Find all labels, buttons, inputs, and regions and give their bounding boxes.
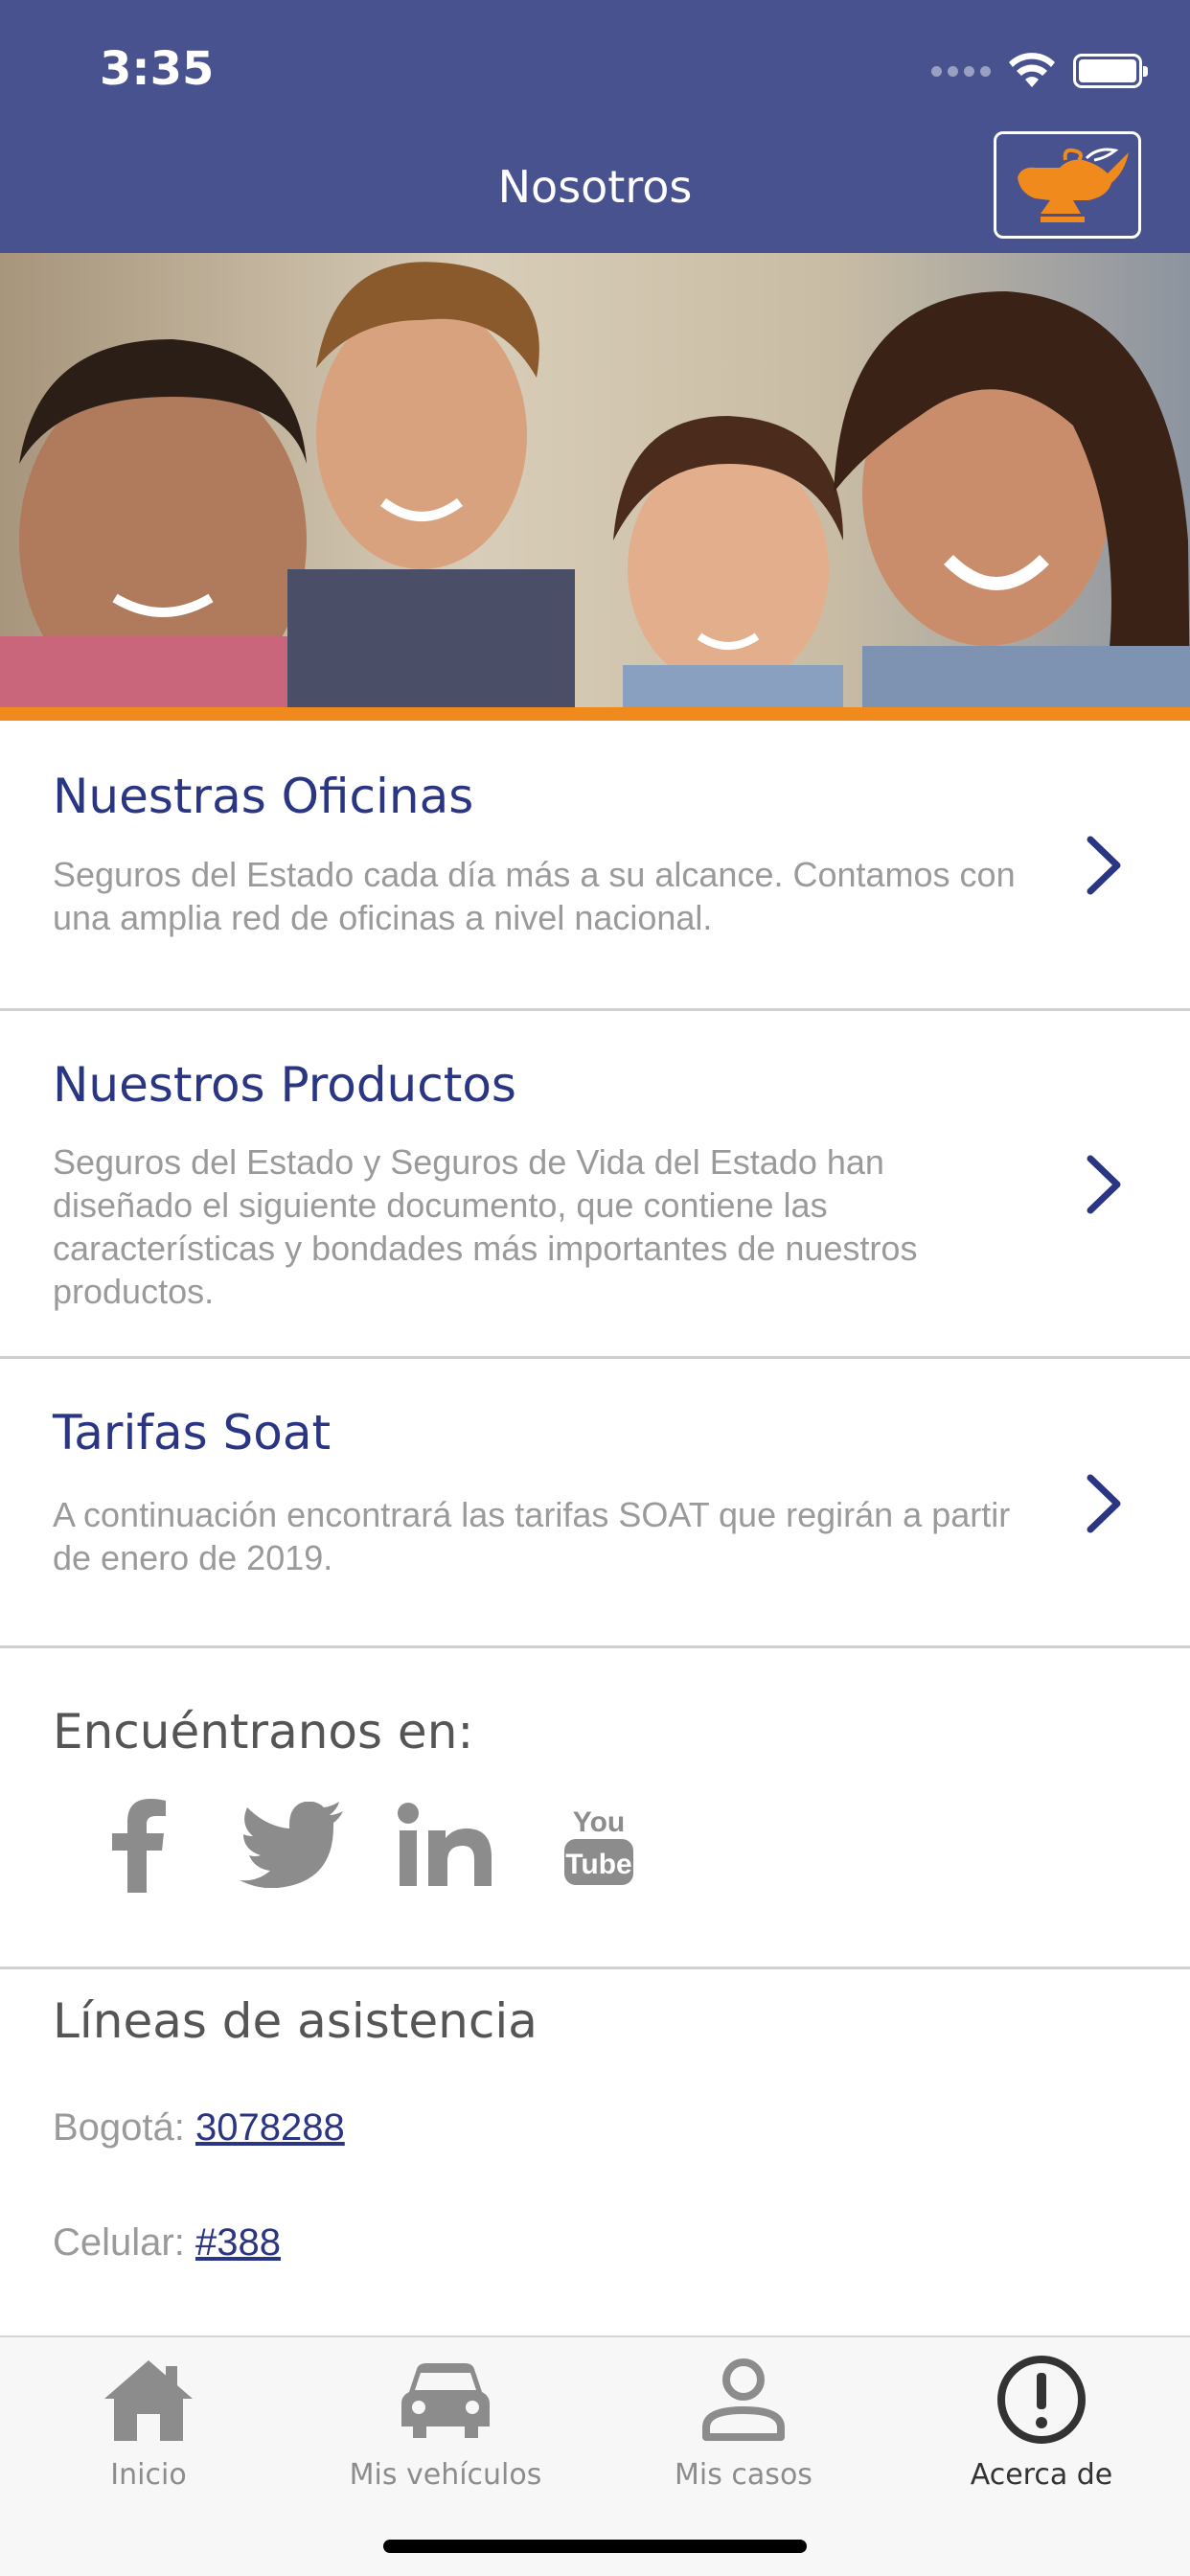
magic-lamp-icon — [1018, 148, 1129, 222]
tab-label: Acerca de — [970, 2458, 1113, 2492]
menu-item-description: A continuación encontrará las tarifas SO… — [53, 1495, 1011, 1577]
menu-item-products[interactable]: Nuestros Productos Seguros del Estado y … — [0, 1011, 1190, 1359]
car-icon — [393, 2347, 498, 2452]
chevron-right-icon — [1087, 836, 1121, 895]
svg-text:Tube: Tube — [565, 1849, 631, 1880]
tab-mis-casos[interactable]: Mis casos — [595, 2347, 892, 2510]
chevron-right-icon — [1087, 1155, 1121, 1214]
assistance-line-mobile: Celular: #388 — [53, 2221, 281, 2265]
status-time: 3:35 — [100, 42, 215, 96]
logo-button[interactable] — [994, 131, 1141, 239]
phone-label: Celular: — [53, 2221, 185, 2264]
twitter-icon[interactable] — [240, 1792, 345, 1898]
home-indicator[interactable] — [383, 2540, 807, 2553]
signal-icon — [931, 65, 991, 77]
tab-label: Mis casos — [675, 2458, 812, 2492]
wifi-icon — [1009, 53, 1055, 87]
menu-item-description: Seguros del Estado y Seguros de Vida del… — [53, 1142, 918, 1311]
tab-label: Mis vehículos — [349, 2458, 542, 2492]
home-icon — [96, 2347, 201, 2452]
svg-text:You: You — [573, 1806, 625, 1838]
info-icon — [989, 2347, 1094, 2452]
person-icon — [691, 2347, 796, 2452]
menu-item-title: Nuestros Productos — [53, 1057, 516, 1113]
accent-bar — [0, 707, 1190, 721]
tab-inicio[interactable]: Inicio — [0, 2347, 297, 2510]
phone-link[interactable]: 3078288 — [195, 2106, 345, 2149]
social-section-title: Encuéntranos en: — [53, 1704, 474, 1760]
tab-acerca-de[interactable]: Acerca de — [893, 2347, 1190, 2510]
status-icons — [931, 50, 1148, 92]
assistance-section-title: Líneas de asistencia — [53, 1993, 538, 2049]
family-photo — [0, 253, 1190, 707]
battery-icon — [1073, 54, 1148, 88]
chevron-right-icon — [1087, 1474, 1121, 1533]
app-header: 3:35 Nosotros — [0, 0, 1190, 253]
menu-item-offices[interactable]: Nuestras Oficinas Seguros del Estado cad… — [0, 721, 1190, 1011]
assistance-line-bogota: Bogotá: 3078288 — [53, 2106, 345, 2150]
menu-item-title: Nuestras Oficinas — [53, 769, 474, 824]
tab-label: Inicio — [110, 2458, 187, 2492]
hero-image — [0, 253, 1190, 707]
menu-item-soat-rates[interactable]: Tarifas Soat A continuación encontrará l… — [0, 1359, 1190, 1648]
tab-mis-vehiculos[interactable]: Mis vehículos — [297, 2347, 594, 2510]
facebook-icon[interactable] — [86, 1792, 192, 1898]
phone-link[interactable]: #388 — [195, 2221, 281, 2264]
linkedin-icon[interactable] — [393, 1792, 498, 1898]
menu-item-description: Seguros del Estado cada día más a su alc… — [53, 855, 1016, 937]
phone-label: Bogotá: — [53, 2106, 185, 2149]
youtube-icon[interactable]: You Tube — [546, 1792, 652, 1898]
menu-item-title: Tarifas Soat — [53, 1405, 332, 1460]
social-links: You Tube — [86, 1792, 652, 1898]
section-divider — [0, 1966, 1190, 1969]
